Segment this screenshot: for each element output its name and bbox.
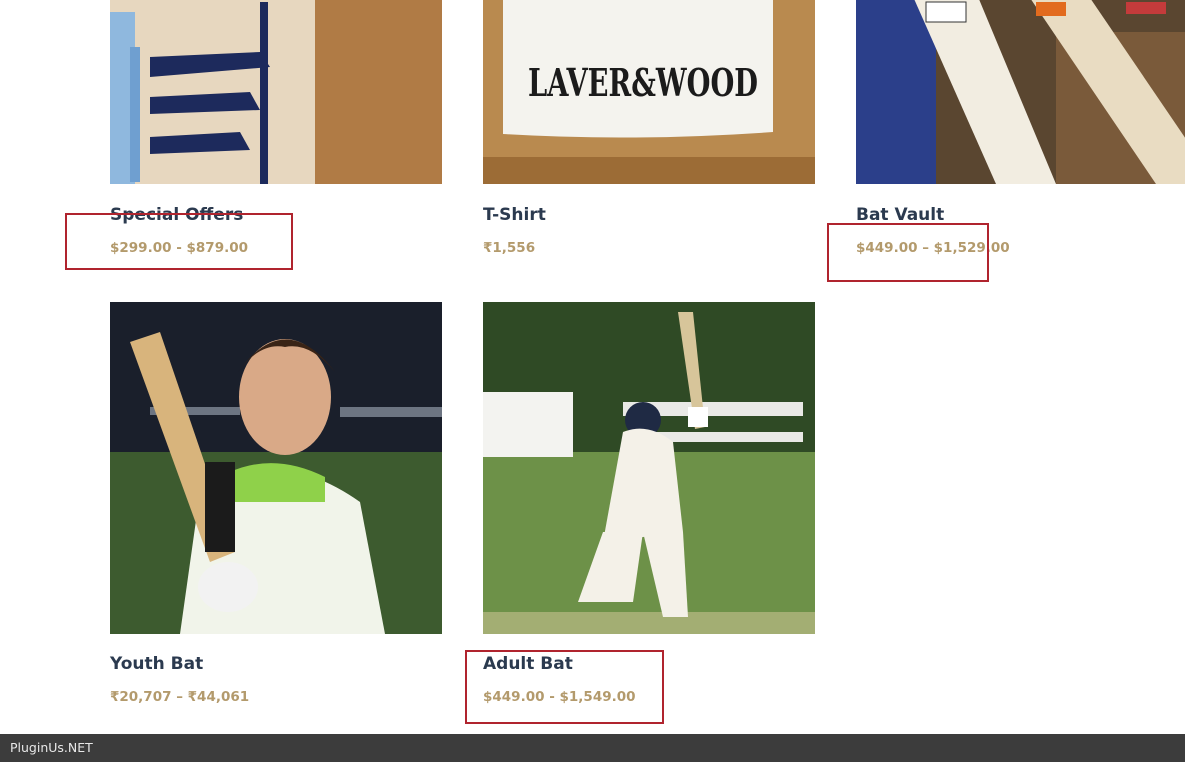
price-highlight-box: [65, 213, 293, 270]
product-image-youth-bat[interactable]: [110, 302, 442, 634]
footer-brand-link[interactable]: PluginUs.NET: [10, 740, 93, 755]
product-title[interactable]: T-Shirt: [483, 205, 546, 225]
product-image-tshirt[interactable]: LAVER&WOOD: [483, 0, 815, 184]
price-from: ₹20,707: [110, 689, 172, 705]
cricket-bat-label-image: [110, 0, 442, 184]
footer-bar: PluginUs.NET: [0, 734, 1185, 762]
product-price: ₹1,556: [483, 240, 536, 256]
price-separator: –: [171, 689, 188, 705]
tshirt-image: LAVER&WOOD: [483, 0, 815, 184]
bat-vault-image: [856, 0, 1185, 184]
product-price: ₹20,707 – ₹44,061: [110, 689, 249, 705]
youth-player-image: [110, 302, 442, 634]
price-highlight-box: [827, 223, 989, 282]
product-image-special-offers[interactable]: [110, 0, 442, 184]
product-grid: Special Offers $299.00 - $879.00 LAVER&W…: [0, 0, 1185, 762]
tshirt-logo-text: LAVER&WOOD: [528, 60, 758, 105]
adult-batsman-image: [483, 302, 815, 634]
price-highlight-box: [465, 650, 664, 724]
product-title[interactable]: Bat Vault: [856, 205, 944, 225]
price-to: ₹44,061: [187, 689, 250, 705]
product-title[interactable]: Youth Bat: [110, 654, 203, 674]
product-image-bat-vault[interactable]: [856, 0, 1185, 184]
product-image-adult-bat[interactable]: [483, 302, 815, 634]
